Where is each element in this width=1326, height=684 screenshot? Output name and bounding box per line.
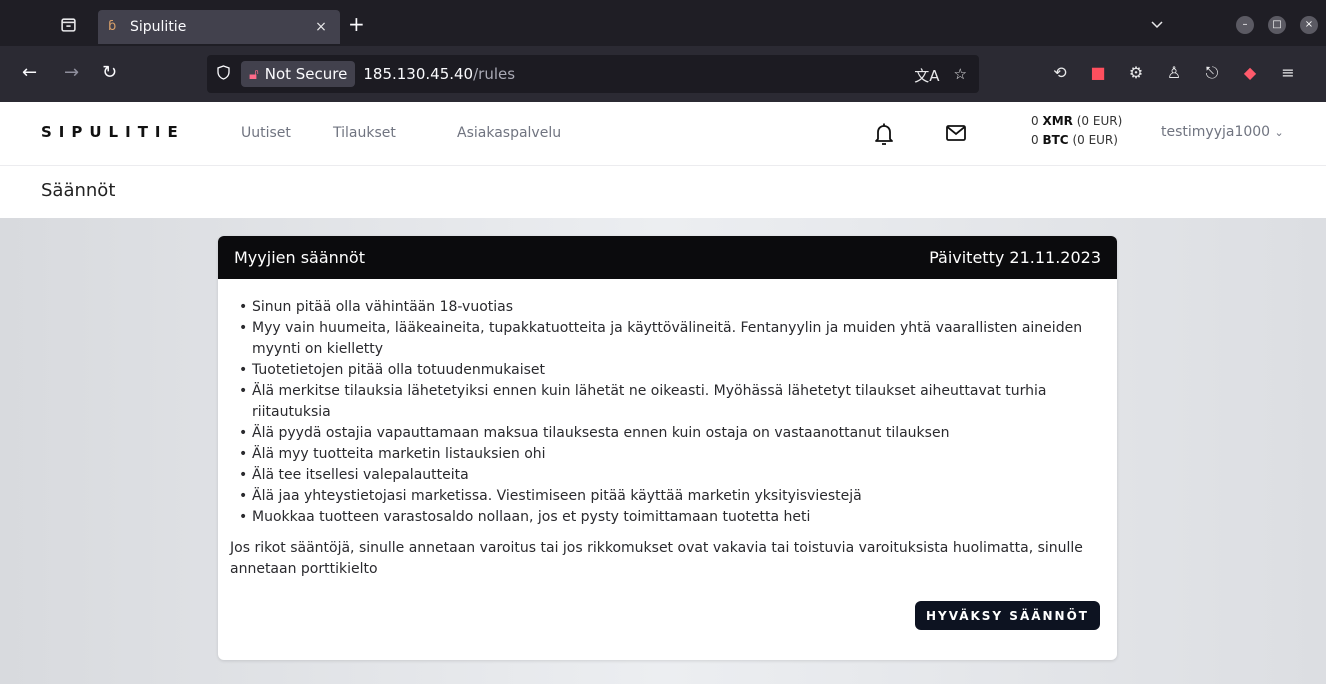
- insecure-lock-icon: 🔓︎: [249, 65, 259, 83]
- rule-item: Sinun pitää olla vähintään 18-vuotias: [230, 297, 1105, 318]
- minimize-window-icon[interactable]: –: [1236, 16, 1254, 34]
- rules-updated-date: Päivitetty 21.11.2023: [929, 248, 1101, 267]
- accept-rules-button[interactable]: HYVÄKSY SÄÄNNÖT: [915, 601, 1100, 630]
- tab-title: Sipulitie: [130, 19, 187, 35]
- menu-hamburger-icon[interactable]: ≡: [1278, 63, 1298, 83]
- main-content: Myyjien säännöt Päivitetty 21.11.2023 Si…: [0, 218, 1326, 684]
- extension-icon[interactable]: ⚙: [1126, 63, 1146, 83]
- wallet-balance[interactable]: 0 XMR (0 EUR) 0 BTC (0 EUR): [1031, 112, 1122, 150]
- rule-item: Älä merkitse tilauksia lähetetyiksi enne…: [230, 381, 1105, 423]
- browser-tab-bar: ɓ Sipulitie × + – □ ×: [0, 0, 1326, 46]
- browser-tab[interactable]: ɓ Sipulitie ×: [98, 10, 340, 44]
- url-host: 185.130.45.40: [363, 65, 474, 83]
- rules-card-title: Myyjien säännöt: [234, 248, 365, 267]
- close-window-icon[interactable]: ×: [1300, 16, 1318, 34]
- eraser-icon[interactable]: ◆: [1240, 63, 1260, 83]
- nav-link-asiakaspalvelu[interactable]: Asiakaspalvelu: [457, 125, 561, 141]
- url-bar[interactable]: 🔓︎ Not Secure 185.130.45.40/rules 文A ☆: [207, 55, 979, 93]
- rules-violation-notice: Jos rikot sääntöjä, sinulle annetaan var…: [230, 540, 1083, 577]
- back-arrow-icon[interactable]: ←: [22, 63, 37, 83]
- rules-card: Myyjien säännöt Päivitetty 21.11.2023 Si…: [218, 236, 1117, 660]
- record-icon[interactable]: ■: [1088, 63, 1108, 83]
- rule-item: Älä tee itsellesi valepalautteita: [230, 465, 1105, 486]
- btc-balance: 0 BTC (0 EUR): [1031, 133, 1118, 147]
- rule-item: Tuotetietojen pitää olla totuudenmukaise…: [230, 360, 1105, 381]
- nav-link-tilaukset[interactable]: Tilaukset: [333, 125, 396, 141]
- tab-close-icon[interactable]: ×: [312, 19, 330, 35]
- site-header: SIPULITIE Uutiset Tilaukset Asiakaspalve…: [0, 102, 1326, 166]
- site-logo[interactable]: SIPULITIE: [41, 123, 185, 141]
- rules-card-body: Sinun pitää olla vähintään 18-vuotias My…: [218, 279, 1117, 580]
- page-title: Säännöt: [41, 180, 116, 201]
- rule-item: Myy vain huumeita, lääkeaineita, tupakka…: [230, 318, 1105, 360]
- tab-overview-icon[interactable]: [58, 14, 78, 34]
- browser-nav-bar: ← → ↻ 🔓︎ Not Secure 185.130.45.40/rules …: [0, 46, 1326, 102]
- forward-arrow-icon[interactable]: →: [64, 63, 79, 83]
- rule-item: Älä jaa yhteystietojasi marketissa. Vies…: [230, 486, 1105, 507]
- xmr-balance: 0 XMR (0 EUR): [1031, 114, 1123, 128]
- tracking-shield-icon[interactable]: [217, 64, 237, 84]
- rule-item: Älä pyydä ostajia vapauttamaan maksua ti…: [230, 423, 1105, 444]
- history-icon[interactable]: ⟲: [1050, 63, 1070, 83]
- bookmark-star-icon[interactable]: ☆: [954, 65, 967, 86]
- url-path: /rules: [473, 65, 516, 83]
- rule-item: Älä myy tuotteita marketin listauksien o…: [230, 444, 1105, 465]
- tab-list-chevron-icon[interactable]: [1148, 16, 1166, 34]
- page-title-bar: Säännöt: [0, 166, 1326, 218]
- rules-card-header: Myyjien säännöt Päivitetty 21.11.2023: [218, 236, 1117, 279]
- not-secure-badge[interactable]: 🔓︎ Not Secure: [241, 61, 356, 87]
- onion-favicon-icon: ɓ: [108, 19, 117, 34]
- user-menu[interactable]: testimyyja1000 ⌄: [1161, 124, 1284, 140]
- notifications-bell-icon[interactable]: [873, 122, 895, 146]
- rules-list: Sinun pitää olla vähintään 18-vuotias My…: [230, 297, 1105, 528]
- not-secure-label: Not Secure: [264, 65, 348, 83]
- chevron-down-icon: ⌄: [1274, 126, 1284, 139]
- maximize-window-icon[interactable]: □: [1268, 16, 1286, 34]
- nav-link-uutiset[interactable]: Uutiset: [241, 125, 291, 141]
- reload-icon[interactable]: ↻: [102, 63, 117, 83]
- share-icon[interactable]: ⎋: [1202, 63, 1222, 83]
- new-tab-button[interactable]: +: [348, 14, 365, 34]
- translate-icon[interactable]: 文A: [914, 65, 939, 86]
- rule-item: Muokkaa tuotteen varastosaldo nollaan, j…: [230, 507, 1105, 528]
- messages-mail-icon[interactable]: [945, 123, 967, 143]
- account-icon[interactable]: ♙: [1164, 63, 1184, 83]
- username: testimyyja1000: [1161, 124, 1271, 140]
